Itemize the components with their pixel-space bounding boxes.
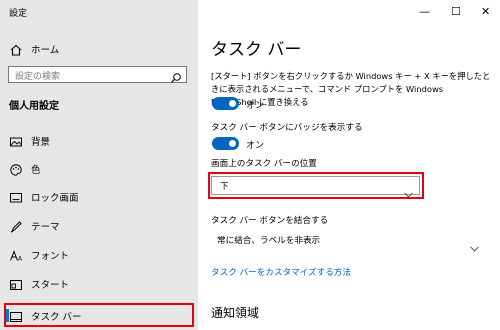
- search-input[interactable]: 設定の検索: [8, 66, 187, 83]
- sidebar-item-label: スタート: [31, 280, 70, 291]
- search-placeholder: 設定の検索: [15, 72, 61, 82]
- sidebar-item-home[interactable]: ホーム: [0, 38, 198, 60]
- sidebar-item-lock-screen[interactable]: ロック画面: [0, 186, 198, 208]
- sidebar-item-start[interactable]: スタート: [0, 273, 198, 295]
- customize-taskbar-link[interactable]: タスク バーをカスタマイズする方法: [211, 266, 351, 278]
- close-button[interactable]: ✕: [481, 5, 490, 18]
- sidebar-item-font[interactable]: A フォント: [0, 244, 198, 266]
- sidebar-item-background[interactable]: 背景: [0, 130, 198, 152]
- font-icon: A: [9, 248, 23, 263]
- badge-toggle[interactable]: [212, 137, 239, 150]
- notification-area-heading: 通知領域: [211, 306, 260, 320]
- minimize-button[interactable]: —: [419, 5, 430, 18]
- powershell-toggle[interactable]: [212, 97, 239, 110]
- sidebar-item-theme[interactable]: テーマ: [0, 215, 198, 237]
- taskbar-highlight-box: [4, 303, 194, 327]
- sidebar-item-label: フォント: [31, 251, 70, 262]
- image-icon: [9, 134, 23, 148]
- sidebar-item-label: ロック画面: [31, 193, 79, 204]
- badge-toggle-state: オン: [246, 141, 265, 151]
- page-title: タスク バー: [211, 40, 302, 60]
- position-highlight-box: [208, 172, 424, 199]
- sidebar-item-label: 色: [31, 165, 41, 176]
- window-title: 設定: [9, 9, 28, 19]
- toggle-knob: [229, 140, 236, 147]
- combine-value: 常に結合、ラベルを非表示: [217, 236, 321, 246]
- combine-label: タスク バー ボタンを結合する: [211, 216, 329, 226]
- svg-text:A: A: [18, 256, 23, 263]
- search-icon: [170, 69, 182, 83]
- palette-icon: [9, 162, 23, 176]
- sidebar-item-color[interactable]: 色: [0, 158, 198, 180]
- sidebar-item-label: 背景: [31, 137, 51, 148]
- chevron-down-icon: [470, 237, 479, 252]
- powershell-toggle-state: オン: [246, 101, 265, 111]
- sidebar-item-label: ホーム: [31, 45, 60, 56]
- combine-dropdown[interactable]: 常に結合、ラベルを非表示: [211, 231, 483, 252]
- position-label: 画面上のタスク バーの位置: [211, 159, 317, 169]
- start-icon: [9, 277, 23, 291]
- home-icon: [9, 42, 23, 56]
- badge-label: タスク バー ボタンにバッジを表示する: [211, 123, 363, 133]
- toggle-knob: [229, 100, 236, 107]
- sidebar-item-label: テーマ: [31, 222, 60, 233]
- maximize-button[interactable]: ☐: [451, 5, 461, 18]
- lock-screen-icon: [9, 190, 23, 204]
- theme-brush-icon: [9, 219, 23, 233]
- section-title: 個人用設定: [9, 101, 59, 112]
